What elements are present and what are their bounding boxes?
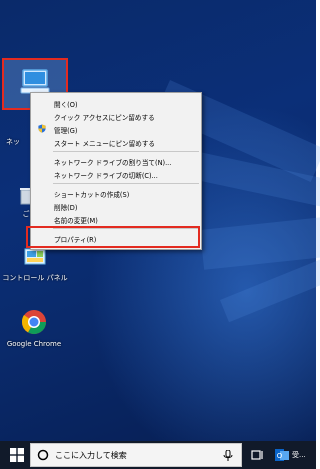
menu-item-label: ネットワーク ドライブの切断(C)... xyxy=(54,172,158,180)
menu-item-label: ショートカットの作成(S) xyxy=(54,191,130,199)
task-view-button[interactable] xyxy=(249,447,265,463)
menu-item-rename[interactable]: 名前の変更(M) xyxy=(31,213,201,225)
menu-item-create-shortcut[interactable]: ショートカットの作成(S) xyxy=(31,187,201,199)
taskbar-search-box[interactable]: ここに入力して検索 xyxy=(30,443,242,467)
menu-item-delete[interactable]: 削除(D) xyxy=(31,200,201,212)
properties-highlight xyxy=(26,226,200,248)
desktop-icon-chrome[interactable]: Google Chrome xyxy=(2,308,66,349)
menu-item-label: 削除(D) xyxy=(54,204,78,212)
wallpaper-beam xyxy=(200,215,320,270)
menu-item-label: クイック アクセスにピン留めする xyxy=(54,114,155,122)
menu-item-pin-quick-access[interactable]: クイック アクセスにピン留めする xyxy=(31,110,201,122)
task-view-icon xyxy=(251,450,263,460)
menu-item-label: 名前の変更(M) xyxy=(54,217,98,225)
svg-text:O: O xyxy=(277,452,283,460)
menu-item-open[interactable]: 開く(O) xyxy=(31,97,201,109)
menu-item-label: 管理(G) xyxy=(54,127,78,135)
search-placeholder: ここに入力して検索 xyxy=(55,451,127,460)
desktop-icon-label: コントロール パネル xyxy=(2,274,68,282)
start-button[interactable] xyxy=(8,446,26,464)
search-ring-icon xyxy=(37,449,49,461)
chrome-icon xyxy=(21,310,46,335)
menu-item-label: 開く(O) xyxy=(54,101,78,109)
shield-icon xyxy=(38,124,46,133)
menu-separator xyxy=(53,151,199,152)
desktop-icon-label: Google Chrome xyxy=(6,340,62,348)
menu-item-pin-start[interactable]: スタート メニューにピン留めする xyxy=(31,136,201,148)
menu-item-disconnect-network-drive[interactable]: ネットワーク ドライブの切断(C)... xyxy=(31,168,201,180)
menu-item-manage[interactable]: 管理(G) xyxy=(31,123,201,135)
menu-item-label: ネットワーク ドライブの割り当て(N)... xyxy=(54,159,172,167)
menu-item-map-network-drive[interactable]: ネットワーク ドライブの割り当て(N)... xyxy=(31,155,201,167)
desktop-icon-control-panel[interactable]: コントロール パネル xyxy=(0,246,70,283)
outlook-icon: O xyxy=(275,449,289,461)
taskbar-outlook-button[interactable]: O 受... xyxy=(272,445,316,465)
microphone-icon[interactable] xyxy=(223,450,233,462)
menu-separator xyxy=(53,183,199,184)
windows-logo-icon xyxy=(10,448,24,462)
menu-item-label: スタート メニューにピン留めする xyxy=(54,140,156,148)
taskbar-app-label: 受... xyxy=(292,451,306,459)
